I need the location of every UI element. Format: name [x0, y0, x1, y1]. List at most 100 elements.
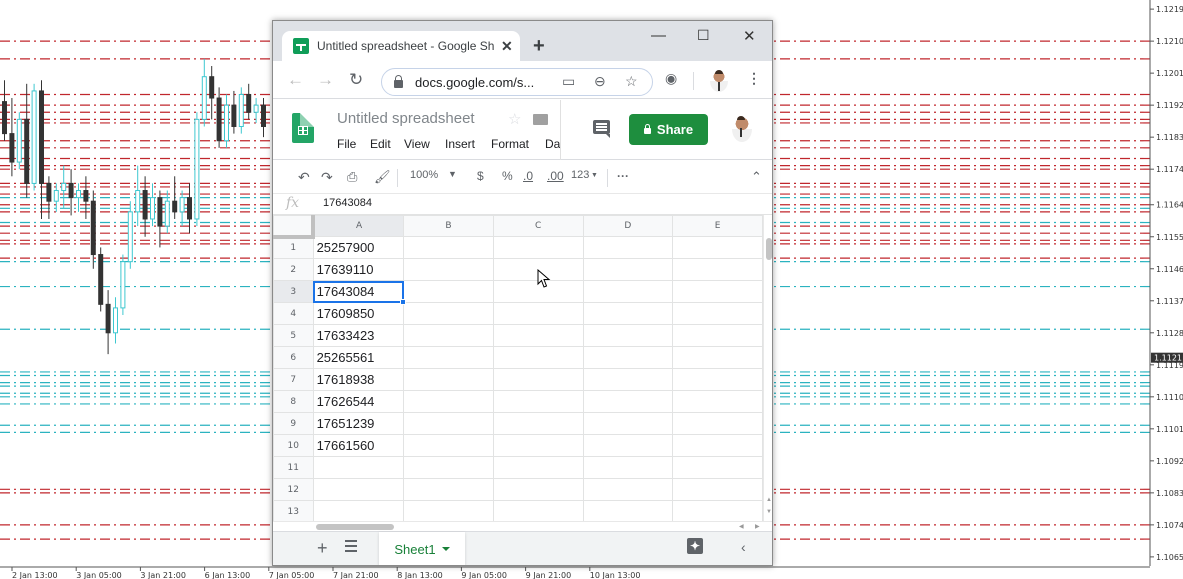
cell-a3[interactable]: 17643084 — [312, 280, 407, 305]
cell-d5[interactable] — [582, 324, 674, 347]
paint-format-icon[interactable]: 🖌︎ — [374, 169, 391, 185]
menu-insert[interactable]: Insert — [445, 137, 475, 151]
cell-d11[interactable] — [582, 456, 674, 479]
cell-e1[interactable] — [672, 236, 763, 259]
cell-b12[interactable] — [403, 478, 494, 501]
profile-avatar[interactable] — [710, 70, 728, 92]
chrome-menu-icon[interactable]: ⋮ — [747, 70, 761, 87]
cell-d7[interactable] — [582, 368, 674, 391]
more-formats-button[interactable]: 123 — [571, 169, 589, 181]
new-tab-button[interactable]: + — [533, 35, 545, 58]
cell-a6[interactable]: 25265561 — [312, 346, 405, 369]
sheet-tab-sheet1[interactable]: Sheet1 — [379, 532, 465, 565]
side-panel-toggle-icon[interactable]: ‹ — [741, 539, 746, 555]
cell-d4[interactable] — [582, 302, 674, 325]
horizontal-scroll-thumb[interactable] — [316, 524, 394, 530]
cell-b5[interactable] — [403, 324, 494, 347]
cell-e8[interactable] — [672, 390, 763, 413]
maximize-button[interactable]: ☐ — [697, 27, 710, 44]
cast-icon[interactable]: ▭ — [562, 73, 575, 90]
menu-edit[interactable]: Edit — [370, 137, 391, 151]
row-header[interactable]: 13 — [273, 500, 314, 521]
print-icon[interactable]: ⎙ — [347, 169, 357, 185]
bookmark-star-icon[interactable]: ☆ — [625, 73, 638, 90]
row-header[interactable]: 10 — [273, 434, 314, 457]
row-header[interactable]: 6 — [273, 346, 314, 369]
cell-e4[interactable] — [672, 302, 763, 325]
cell-d9[interactable] — [582, 412, 674, 435]
cell-d13[interactable] — [582, 500, 674, 521]
fill-handle[interactable] — [400, 299, 407, 305]
row-header[interactable]: 9 — [273, 412, 314, 435]
cell-a13[interactable] — [312, 500, 405, 521]
zoom-select[interactable]: 100% — [410, 169, 438, 181]
cell-e2[interactable] — [672, 258, 763, 281]
row-header[interactable]: 8 — [273, 390, 314, 413]
cell-e12[interactable] — [672, 478, 763, 501]
menu-view[interactable]: View — [404, 137, 430, 151]
cell-c4[interactable] — [492, 302, 584, 325]
explore-icon[interactable]: ✦ — [687, 538, 703, 554]
minimize-button[interactable]: — — [651, 27, 666, 44]
undo-icon[interactable]: ↶ — [298, 169, 310, 186]
cell-a11[interactable] — [312, 456, 405, 479]
cell-e5[interactable] — [672, 324, 763, 347]
cell-e9[interactable] — [672, 412, 763, 435]
star-icon[interactable]: ☆ — [508, 110, 521, 128]
cell-d8[interactable] — [582, 390, 674, 413]
row-header[interactable]: 7 — [273, 368, 314, 391]
document-title[interactable]: Untitled spreadsheet — [337, 110, 475, 127]
cell-b9[interactable] — [403, 412, 494, 435]
column-header-c[interactable]: C — [492, 215, 584, 237]
cell-c9[interactable] — [492, 412, 584, 435]
move-folder-icon[interactable] — [533, 114, 548, 125]
cell-d2[interactable] — [582, 258, 674, 281]
forward-arrow-icon[interactable]: → — [317, 70, 334, 90]
cell-a5[interactable]: 17633423 — [312, 324, 405, 347]
cell-d12[interactable] — [582, 478, 674, 501]
row-header[interactable]: 3 — [273, 280, 314, 303]
comment-history-icon[interactable] — [593, 120, 610, 138]
cell-a4[interactable]: 17609850 — [312, 302, 405, 325]
cell-e6[interactable] — [672, 346, 763, 369]
cell-e13[interactable] — [672, 500, 763, 521]
more-formats-dropdown-icon[interactable]: ▼ — [591, 172, 598, 179]
scroll-down-arrow[interactable]: ▼ — [766, 509, 772, 515]
cell-e11[interactable] — [672, 456, 763, 479]
vertical-scroll-thumb[interactable] — [766, 238, 772, 260]
formula-input[interactable]: 17643084 — [323, 197, 372, 209]
cell-a1[interactable]: 25257900 — [312, 236, 405, 259]
cell-b6[interactable] — [403, 346, 494, 369]
cell-b11[interactable] — [403, 456, 494, 479]
format-percent-button[interactable]: % — [502, 169, 513, 183]
scroll-left-arrow[interactable]: ◀ — [739, 523, 744, 530]
cell-a2[interactable]: 17639110 — [312, 258, 405, 281]
increase-decimal-button[interactable]: .00 — [547, 169, 564, 183]
cell-b13[interactable] — [403, 500, 494, 521]
menu-data[interactable]: Da — [545, 137, 560, 151]
cell-d3[interactable] — [582, 280, 674, 303]
cell-e3[interactable] — [672, 280, 763, 303]
menu-format[interactable]: Format — [491, 137, 529, 151]
back-arrow-icon[interactable]: ← — [287, 70, 304, 90]
cell-d10[interactable] — [582, 434, 674, 457]
sheet-tab-dropdown-icon[interactable] — [441, 547, 450, 551]
sheets-logo-icon[interactable] — [292, 113, 314, 143]
row-header[interactable]: 1 — [273, 236, 314, 259]
column-header-b[interactable]: B — [403, 215, 494, 237]
cell-c11[interactable] — [492, 456, 584, 479]
cell-d6[interactable] — [582, 346, 674, 369]
cell-c6[interactable] — [492, 346, 584, 369]
menu-file[interactable]: File — [337, 137, 356, 151]
collapse-menu-icon[interactable]: ⌃ — [751, 169, 762, 185]
reload-icon[interactable]: ↻ — [349, 70, 363, 90]
cell-e7[interactable] — [672, 368, 763, 391]
zoom-icon[interactable]: ⊖ — [594, 73, 606, 90]
cell-b7[interactable] — [403, 368, 494, 391]
address-bar[interactable]: docs.google.com/s... ▭ ⊖ ☆ — [381, 68, 653, 96]
select-all-corner[interactable] — [273, 215, 316, 239]
decrease-decimal-button[interactable]: .0 — [523, 169, 533, 183]
cell-a12[interactable] — [312, 478, 405, 501]
zoom-dropdown-icon[interactable]: ▼ — [448, 169, 457, 179]
scroll-up-arrow[interactable]: ▲ — [766, 497, 772, 503]
